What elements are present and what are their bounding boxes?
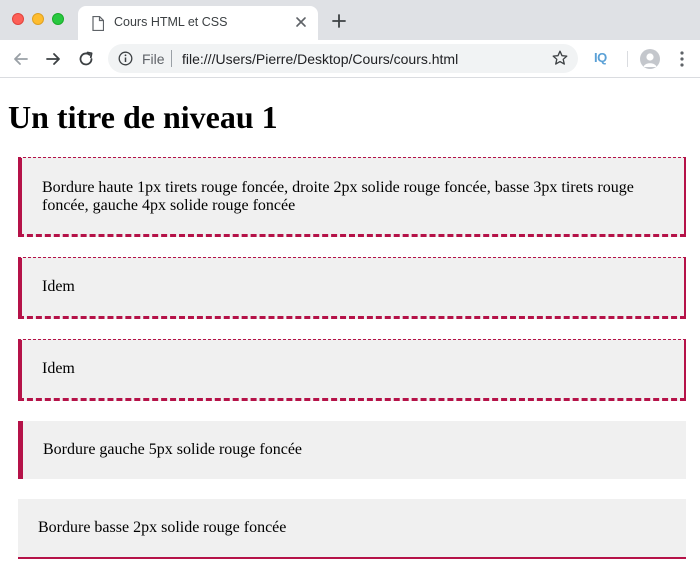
info-icon[interactable] <box>118 51 133 66</box>
document-icon <box>92 16 104 31</box>
menu-kebab-icon[interactable] <box>676 50 688 68</box>
box-text: Idem <box>42 278 75 295</box>
tab-title: Cours HTML et CSS <box>114 15 228 29</box>
extension-iq-icon[interactable]: IQ <box>594 50 607 65</box>
person-icon <box>643 53 657 67</box>
address-bar[interactable]: File file:///Users/Pierre/Desktop/Cours/… <box>108 44 578 73</box>
back-arrow-icon[interactable] <box>12 50 30 68</box>
box-text: Bordure basse 2px solide rouge foncée <box>38 519 287 536</box>
scheme-label: File <box>142 51 165 67</box>
bordered-box-1: Bordure haute 1px tirets rouge foncée, d… <box>18 157 686 237</box>
close-tab-icon[interactable] <box>294 15 308 29</box>
reload-icon[interactable] <box>77 50 95 68</box>
bordered-box-4: Bordure gauche 5px solide rouge foncée <box>18 421 686 479</box>
bookmark-star-icon[interactable] <box>552 50 568 66</box>
close-window-button[interactable] <box>12 13 24 25</box>
box-text: Bordure gauche 5px solide rouge foncée <box>43 441 303 458</box>
bordered-box-3: Idem <box>18 339 686 401</box>
toolbar-divider <box>627 51 628 67</box>
profile-avatar[interactable] <box>640 49 660 69</box>
url-text[interactable]: file:///Users/Pierre/Desktop/Cours/cours… <box>182 51 458 67</box>
bordered-box-2: Idem <box>18 257 686 319</box>
forward-arrow-icon[interactable] <box>44 50 62 68</box>
active-tab[interactable]: Cours HTML et CSS <box>78 6 318 40</box>
address-divider <box>171 50 172 67</box>
browser-toolbar: File file:///Users/Pierre/Desktop/Cours/… <box>0 40 700 78</box>
page-heading: Un titre de niveau 1 <box>8 99 278 135</box>
box-text: Idem <box>42 360 75 377</box>
bordered-box-5: Bordure basse 2px solide rouge foncée <box>18 499 686 559</box>
page-content: Un titre de niveau 1 Bordure haute 1px t… <box>0 78 700 588</box>
new-tab-icon[interactable] <box>332 14 346 28</box>
maximize-window-button[interactable] <box>52 13 64 25</box>
box-text: Bordure haute 1px tirets rouge foncée, d… <box>42 179 634 214</box>
minimize-window-button[interactable] <box>32 13 44 25</box>
tab-strip: Cours HTML et CSS <box>0 0 700 40</box>
